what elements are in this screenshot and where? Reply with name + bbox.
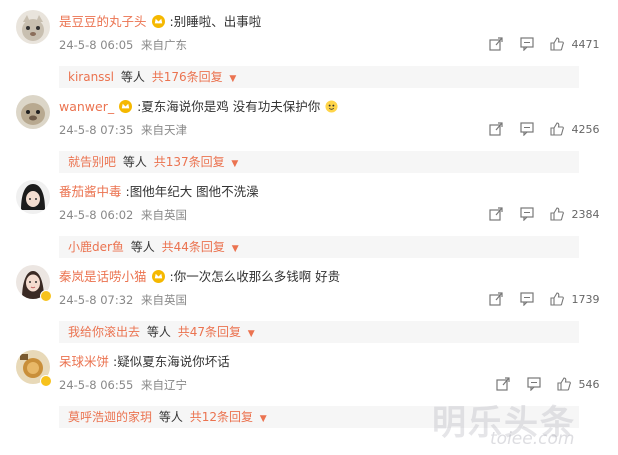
reply-count-link[interactable]: 共176条回复 <box>152 70 223 84</box>
reply-username[interactable]: kiranssl <box>68 70 114 84</box>
like-count: 546 <box>578 378 600 391</box>
comment-actions: 4256 <box>0 121 618 139</box>
reply-summary[interactable]: 就告别吧 等人 共137条回复 ▼ <box>59 151 579 173</box>
reply-mid-text: 等人 <box>122 155 147 169</box>
comment-button[interactable] <box>527 376 541 394</box>
comment-actions: 1739 <box>0 291 618 309</box>
comment-header: 是豆豆的丸子头 :别睡啦、出事啦 <box>59 13 261 31</box>
reply-count-link[interactable]: 共12条回复 <box>190 410 253 424</box>
reply-mid-text: 等人 <box>158 410 183 424</box>
reply-username[interactable]: 小鹿der鱼 <box>68 240 124 254</box>
thumbs-up-icon <box>550 292 564 306</box>
watermark: 明乐头条 toiee.com <box>432 395 612 450</box>
chevron-down-icon: ▼ <box>231 159 239 169</box>
comment-item: 番茄酱中毒 :图他年纪大 图他不洗澡 24-5-8 06:02 来自英国 238… <box>0 180 618 264</box>
chevron-down-icon: ▼ <box>259 414 267 424</box>
comment-icon <box>520 207 534 221</box>
reply-summary[interactable]: 小鹿der鱼 等人 共44条回复 ▼ <box>59 236 579 258</box>
thumbs-up-icon <box>550 207 564 221</box>
comment-button[interactable] <box>520 36 534 54</box>
like-button[interactable]: 4471 <box>550 36 600 54</box>
reply-count-link[interactable]: 共137条回复 <box>154 155 225 169</box>
comment-icon <box>520 37 534 51</box>
comment-icon <box>520 122 534 136</box>
comment-actions: 4471 <box>0 36 618 54</box>
comment-text: :图他年纪大 图他不洗澡 <box>125 184 259 199</box>
comment-actions: 2384 <box>0 206 618 224</box>
username-link[interactable]: 呆球米饼 <box>59 354 109 369</box>
like-count: 4471 <box>571 38 600 51</box>
like-button[interactable]: 1739 <box>550 291 600 309</box>
thumbs-up-icon <box>550 37 564 51</box>
emoji-icon <box>325 100 338 113</box>
share-icon <box>496 377 510 391</box>
comment-text: :疑似夏东海说你坏话 <box>113 354 230 369</box>
comment-button[interactable] <box>520 291 534 309</box>
share-button[interactable] <box>489 121 503 139</box>
like-button[interactable]: 2384 <box>550 206 600 224</box>
comment-header: wanwer_ :夏东海说你是鸡 没有功夫保护你 <box>59 98 339 116</box>
comment-header: 呆球米饼 :疑似夏东海说你坏话 <box>59 353 230 371</box>
reply-mid-text: 等人 <box>120 70 145 84</box>
like-count: 4256 <box>571 123 600 136</box>
like-button[interactable]: 546 <box>557 376 600 394</box>
comment-item: 秦岚是话唠小猫 :你一次怎么收那么多钱啊 好贵 24-5-8 07:32 来自英… <box>0 265 618 349</box>
chevron-down-icon: ▼ <box>229 74 237 84</box>
reply-count-link[interactable]: 共47条回复 <box>178 325 241 339</box>
comment-button[interactable] <box>520 121 534 139</box>
like-count: 2384 <box>571 208 600 221</box>
crown-icon <box>151 270 165 283</box>
thumbs-up-icon <box>550 122 564 136</box>
comment-header: 番茄酱中毒 :图他年纪大 图他不洗澡 <box>59 183 259 201</box>
username-link[interactable]: wanwer_ <box>59 99 114 114</box>
comment-text: :你一次怎么收那么多钱啊 好贵 <box>169 269 341 284</box>
share-icon <box>489 122 503 136</box>
reply-summary[interactable]: 我给你滚出去 等人 共47条回复 ▼ <box>59 321 579 343</box>
reply-mid-text: 等人 <box>146 325 171 339</box>
comment-item: 是豆豆的丸子头 :别睡啦、出事啦 24-5-8 06:05 来自广东 4471 … <box>0 10 618 94</box>
comment-text: :别睡啦、出事啦 <box>169 14 262 29</box>
share-button[interactable] <box>489 36 503 54</box>
comment-icon <box>520 292 534 306</box>
crown-icon <box>119 100 133 113</box>
chevron-down-icon: ▼ <box>247 329 255 339</box>
comment-text: :夏东海说你是鸡 没有功夫保护你 <box>137 99 321 114</box>
comment-header: 秦岚是话唠小猫 :你一次怎么收那么多钱啊 好贵 <box>59 268 340 286</box>
reply-username[interactable]: 我给你滚出去 <box>68 325 140 339</box>
thumbs-up-icon <box>557 377 571 391</box>
share-button[interactable] <box>496 376 510 394</box>
share-icon <box>489 37 503 51</box>
share-button[interactable] <box>489 206 503 224</box>
like-count: 1739 <box>571 293 600 306</box>
crown-icon <box>151 15 165 28</box>
watermark-url: toiee.com <box>490 429 575 449</box>
reply-summary[interactable]: kiranssl 等人 共176条回复 ▼ <box>59 66 579 88</box>
comment-actions: 546 <box>0 376 618 394</box>
username-link[interactable]: 是豆豆的丸子头 <box>59 14 147 29</box>
reply-count-link[interactable]: 共44条回复 <box>162 240 225 254</box>
share-button[interactable] <box>489 291 503 309</box>
reply-username[interactable]: 就告别吧 <box>68 155 116 169</box>
username-link[interactable]: 番茄酱中毒 <box>59 184 122 199</box>
comment-icon <box>527 377 541 391</box>
share-icon <box>489 207 503 221</box>
comment-button[interactable] <box>520 206 534 224</box>
chevron-down-icon: ▼ <box>231 244 239 254</box>
like-button[interactable]: 4256 <box>550 121 600 139</box>
username-link[interactable]: 秦岚是话唠小猫 <box>59 269 147 284</box>
reply-mid-text: 等人 <box>130 240 155 254</box>
comment-item: wanwer_ :夏东海说你是鸡 没有功夫保护你 24-5-8 07:35 来自… <box>0 95 618 179</box>
reply-username[interactable]: 莫呼浩迦的家玥 <box>68 410 152 424</box>
share-icon <box>489 292 503 306</box>
